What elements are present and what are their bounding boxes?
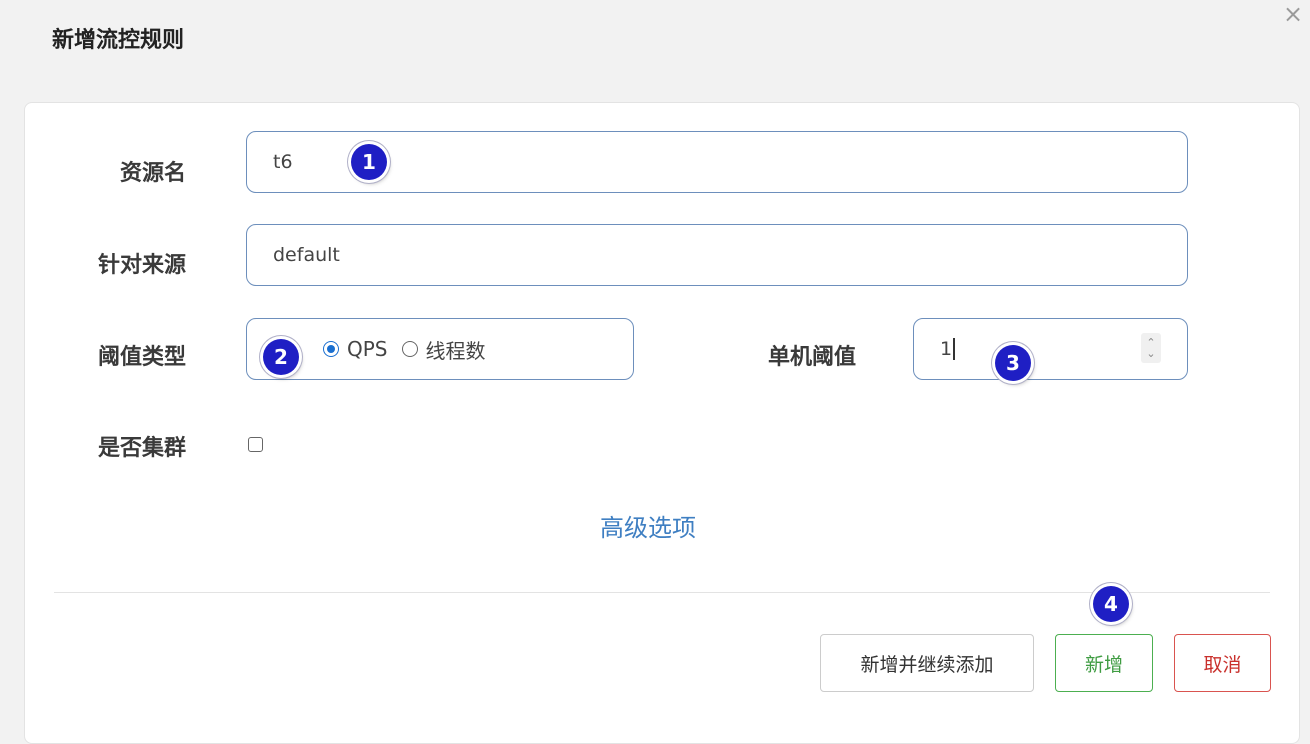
annotation-badge-4: 4	[1093, 586, 1129, 622]
single-threshold-input[interactable]: 1 ⌃ ⌄	[913, 318, 1188, 380]
resource-name-value: t6	[273, 151, 293, 173]
cancel-button[interactable]: 取消	[1174, 634, 1271, 692]
radio-qps-label: QPS	[347, 337, 388, 361]
cluster-mode-checkbox[interactable]	[248, 437, 263, 452]
footer-divider	[54, 592, 1270, 593]
advanced-options-link[interactable]: 高级选项	[600, 508, 696, 543]
radio-thread-count-indicator[interactable]	[401, 341, 418, 357]
cluster-mode-label: 是否集群	[97, 436, 186, 461]
single-threshold-label: 单机阈值	[767, 345, 856, 370]
resource-name-input[interactable]: t6	[246, 131, 1188, 193]
text-caret	[953, 338, 955, 360]
number-spinner[interactable]: ⌃ ⌄	[1141, 333, 1161, 363]
add-button[interactable]: 新增	[1055, 634, 1153, 692]
resource-name-label: 资源名	[119, 161, 186, 186]
radio-qps[interactable]: QPS	[323, 337, 388, 361]
add-and-continue-button[interactable]: 新增并继续添加	[820, 634, 1034, 692]
annotation-badge-3: 3	[995, 345, 1031, 381]
limit-app-label: 针对来源	[97, 253, 186, 278]
threshold-type-label: 阈值类型	[97, 345, 186, 370]
annotation-badge-2: 2	[263, 339, 299, 375]
annotation-badge-1: 1	[351, 144, 387, 180]
radio-qps-indicator[interactable]	[323, 341, 339, 357]
close-icon[interactable]: ×	[1283, 2, 1303, 26]
limit-app-input[interactable]: default	[246, 224, 1188, 286]
radio-thread-count-label: 线程数	[425, 338, 486, 363]
limit-app-value: default	[273, 244, 340, 266]
radio-thread-count[interactable]: 线程数	[401, 335, 486, 364]
single-threshold-value: 1	[940, 338, 953, 360]
spin-down-icon[interactable]: ⌄	[1146, 348, 1155, 359]
dialog-title: 新增流控规则	[52, 28, 185, 53]
threshold-type-group: QPS 线程数	[246, 318, 634, 380]
